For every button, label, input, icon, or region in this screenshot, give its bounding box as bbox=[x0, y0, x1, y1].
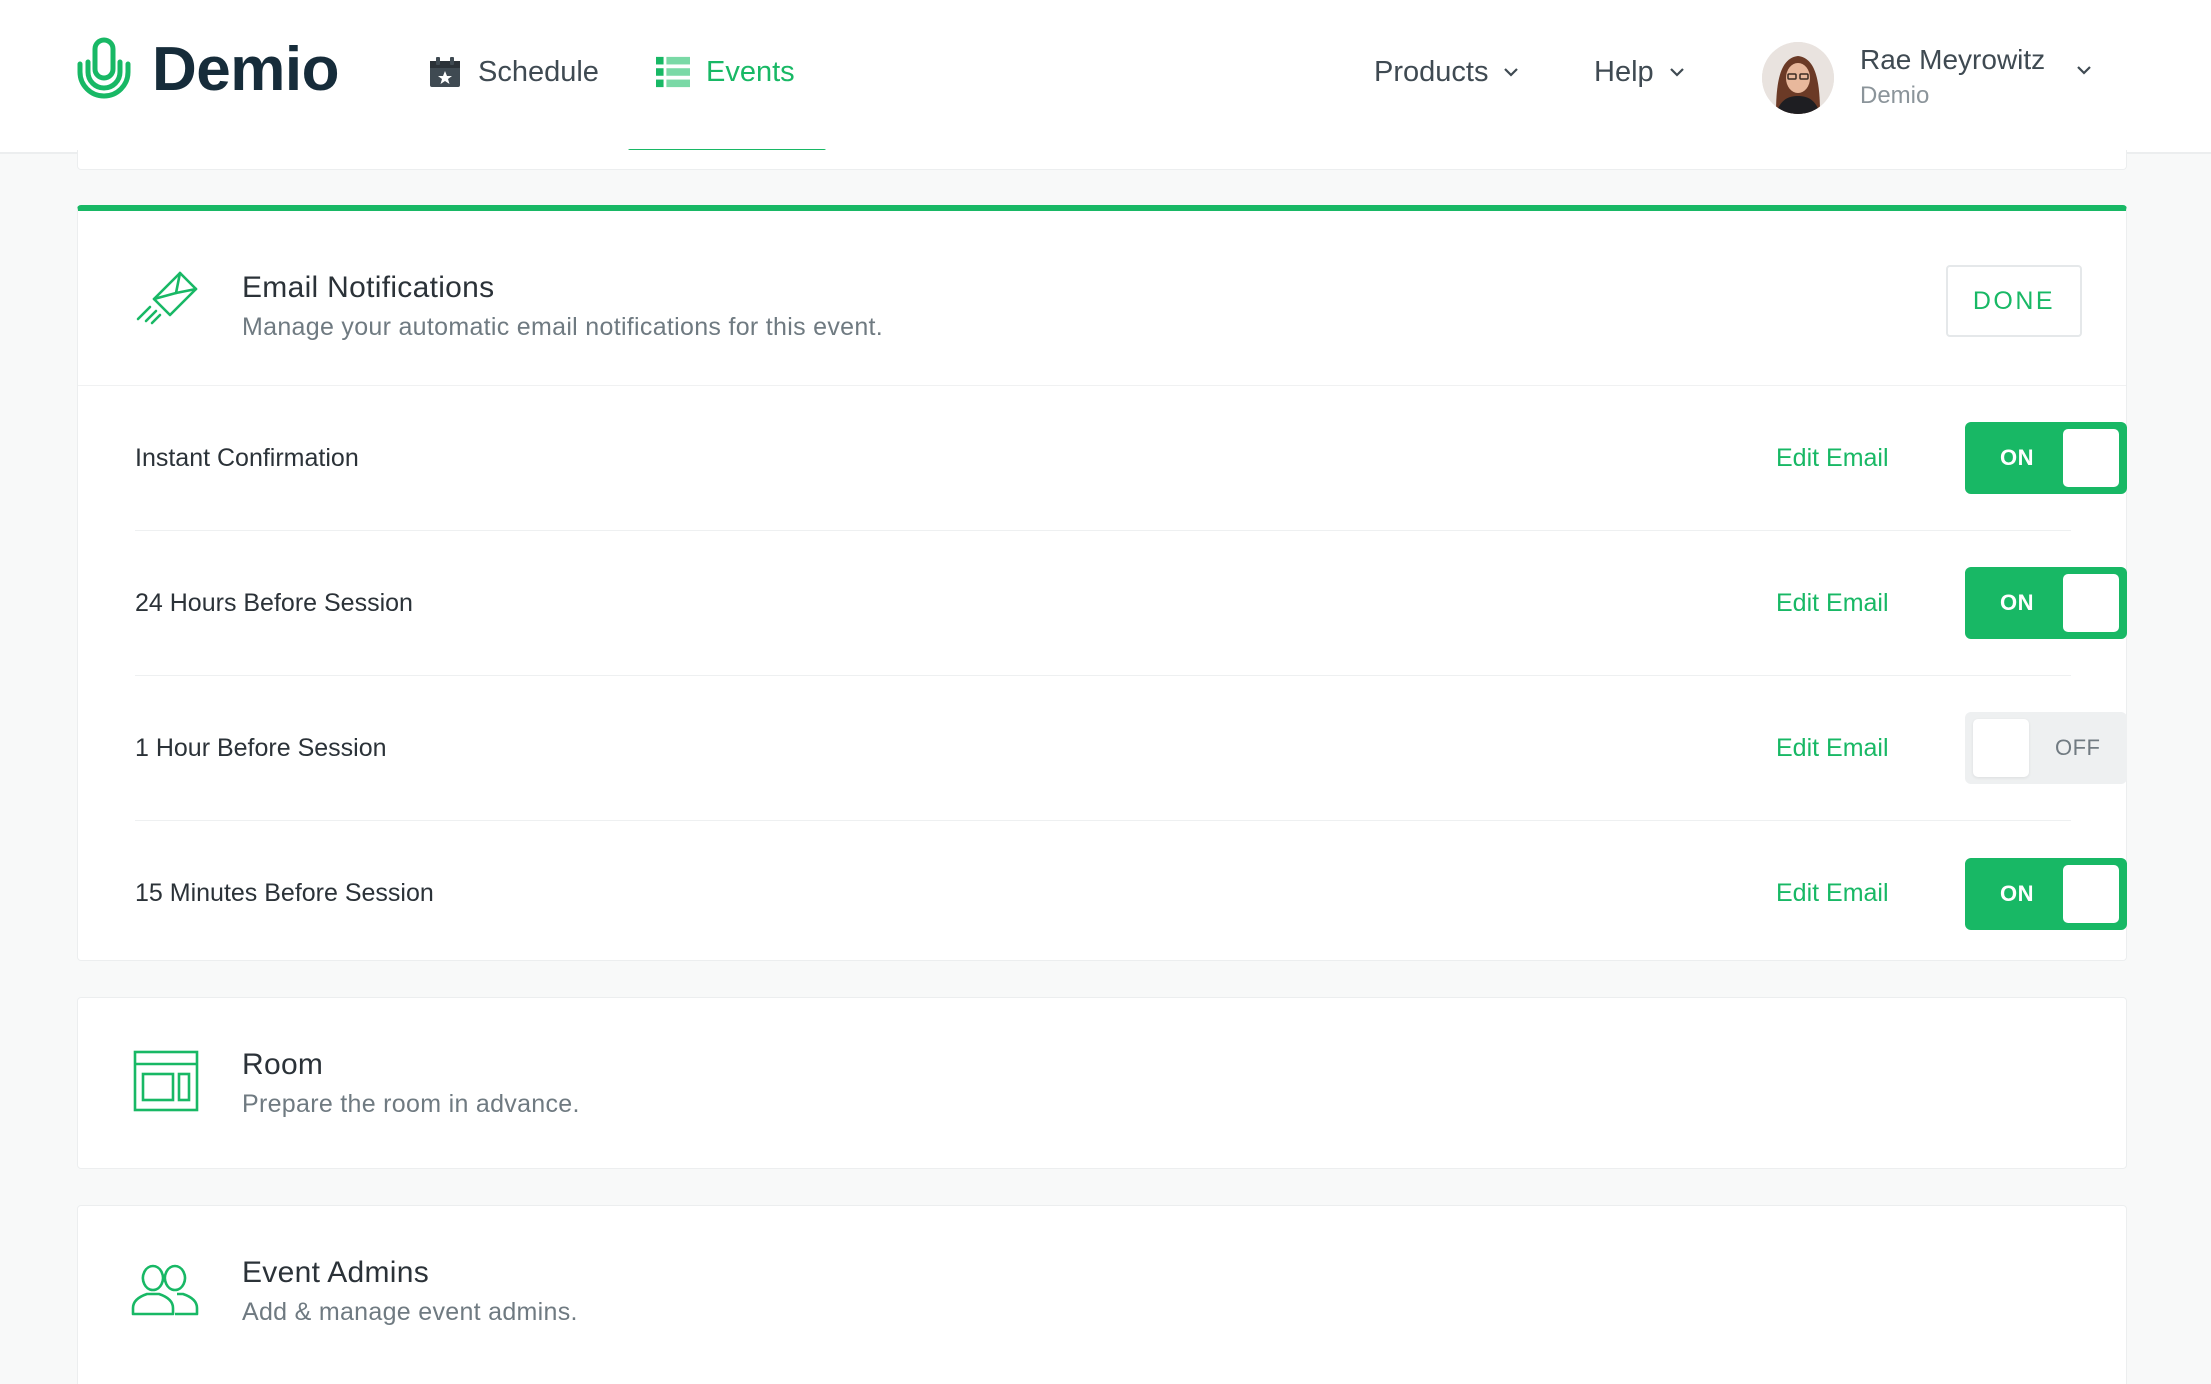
toggle-state-label: ON bbox=[2000, 590, 2034, 615]
email-notifications-header: Email Notifications Manage your automati… bbox=[78, 211, 2126, 386]
toggle-knob bbox=[1973, 719, 2029, 777]
notification-label: 24 Hours Before Session bbox=[135, 588, 413, 617]
notification-row-1-hour: 1 Hour Before Session Edit Email OFF bbox=[135, 676, 2127, 821]
notification-row-24-hours: 24 Hours Before Session Edit Email ON bbox=[135, 531, 2127, 676]
edit-email-link[interactable]: Edit Email bbox=[1776, 734, 1889, 763]
notification-toggle[interactable]: ON bbox=[1965, 857, 2127, 930]
edit-email-link[interactable]: Edit Email bbox=[1776, 879, 1889, 908]
notification-toggle[interactable]: ON bbox=[1965, 422, 2127, 494]
event-admins-subtitle: Add & manage event admins. bbox=[242, 1298, 578, 1326]
event-admins-title: Event Admins bbox=[242, 1256, 430, 1289]
user-name: Rae Meyrowitz bbox=[1860, 44, 2046, 75]
notification-toggle[interactable]: ON bbox=[1965, 567, 2127, 639]
nav-help-dropdown[interactable]: Help bbox=[1594, 44, 1686, 100]
room-card[interactable]: Room Prepare the room in advance. bbox=[77, 997, 2127, 1169]
demio-logo[interactable]: Demio bbox=[74, 34, 339, 104]
room-title: Room bbox=[242, 1048, 324, 1081]
user-organization: Demio bbox=[1860, 82, 1930, 109]
email-notifications-card: Email Notifications Manage your automati… bbox=[77, 205, 2127, 961]
list-icon bbox=[656, 55, 690, 89]
toggle-knob bbox=[2063, 429, 2119, 487]
notification-label: Instant Confirmation bbox=[135, 443, 359, 472]
previous-section-card bbox=[77, 150, 2127, 170]
edit-email-link[interactable]: Edit Email bbox=[1776, 444, 1889, 473]
notification-toggle[interactable]: OFF bbox=[1965, 712, 2127, 784]
nav-schedule[interactable]: Schedule bbox=[428, 44, 599, 100]
nav-help-label: Help bbox=[1594, 55, 1654, 88]
chevron-down-icon bbox=[1669, 68, 1684, 77]
notification-row-15-minutes: 15 Minutes Before Session Edit Email ON bbox=[135, 821, 2127, 966]
edit-email-link[interactable]: Edit Email bbox=[1776, 589, 1889, 618]
nav-products-dropdown[interactable]: Products bbox=[1374, 44, 1520, 100]
done-button[interactable]: DONE bbox=[1946, 265, 2082, 337]
notification-label: 15 Minutes Before Session bbox=[135, 879, 434, 907]
notification-row-instant-confirmation: Instant Confirmation Edit Email ON bbox=[135, 386, 2127, 531]
event-admins-card[interactable]: Event Admins Add & manage event admins. bbox=[77, 1205, 2127, 1384]
nav-products-label: Products bbox=[1374, 55, 1489, 88]
user-menu[interactable]: Rae Meyrowitz Demio bbox=[1762, 28, 2045, 128]
chevron-down-icon bbox=[1504, 68, 1519, 77]
room-subtitle: Prepare the room in advance. bbox=[242, 1090, 580, 1118]
toggle-state-label: ON bbox=[2000, 880, 2034, 906]
notification-label: 1 Hour Before Session bbox=[135, 733, 387, 762]
email-send-icon bbox=[136, 271, 198, 325]
calendar-star-icon bbox=[428, 55, 462, 89]
avatar bbox=[1762, 42, 1834, 114]
toggle-state-label: ON bbox=[2000, 445, 2034, 470]
demio-logo-icon bbox=[77, 37, 131, 99]
email-notifications-subtitle: Manage your automatic email notification… bbox=[242, 313, 884, 341]
brand-name: Demio bbox=[152, 34, 339, 104]
nav-events[interactable]: Events bbox=[656, 44, 795, 100]
nav-schedule-label: Schedule bbox=[478, 55, 599, 88]
users-icon bbox=[131, 1264, 199, 1316]
nav-events-label: Events bbox=[706, 55, 795, 88]
chevron-down-icon[interactable] bbox=[2074, 60, 2094, 80]
top-navigation-bar: Demio Schedule Events Products Help Rae … bbox=[0, 0, 2211, 154]
toggle-knob bbox=[2063, 574, 2119, 632]
toggle-state-label: OFF bbox=[2055, 735, 2101, 760]
toggle-knob bbox=[2063, 864, 2119, 923]
email-notifications-title: Email Notifications bbox=[242, 271, 495, 304]
room-layout-icon bbox=[133, 1050, 199, 1112]
